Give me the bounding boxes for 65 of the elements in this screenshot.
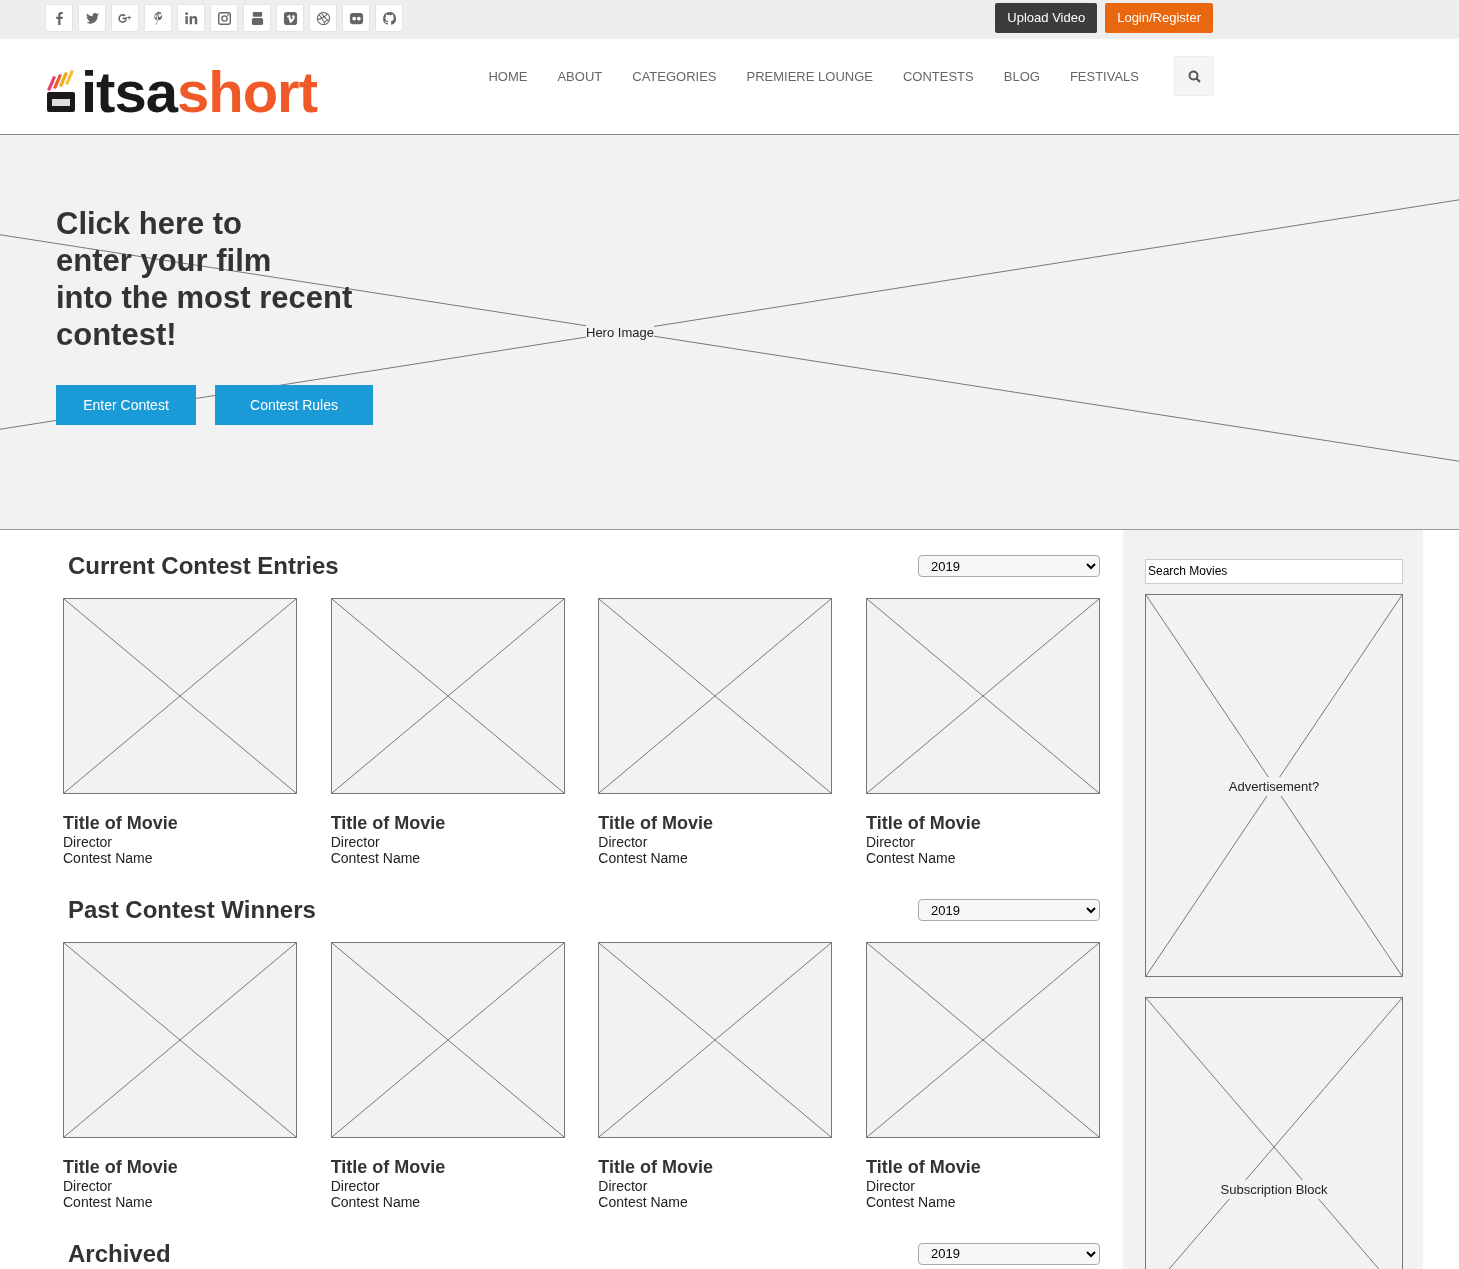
placeholder-label: Subscription Block (1220, 1179, 1328, 1199)
instagram-icon (216, 10, 232, 26)
director-name: Director (865, 833, 916, 850)
social-link[interactable] (243, 4, 271, 32)
linkedin-icon (183, 10, 199, 26)
movie-title[interactable]: Title of Movie (330, 812, 565, 834)
nav-link[interactable]: HOME (488, 69, 528, 83)
contest-name: Contest Name (865, 1193, 957, 1210)
search-field[interactable]: Search Movies (1145, 558, 1403, 584)
social-link[interactable] (309, 4, 337, 32)
director-name: Director (330, 833, 381, 850)
social-link[interactable] (210, 4, 238, 32)
director-name: Director (598, 833, 649, 850)
nav-link[interactable]: PREMIERE LOUNGE (746, 69, 873, 83)
social-link[interactable] (342, 4, 370, 32)
nav-link[interactable]: ABOUT (557, 69, 603, 83)
director-name: Director (63, 833, 113, 850)
social-link[interactable] (276, 4, 304, 32)
movie-title[interactable]: Title of Movie (63, 1156, 297, 1178)
contest-name: Contest Name (598, 1193, 689, 1210)
social-link[interactable] (78, 4, 106, 32)
nav-link[interactable]: CATEGORIES (632, 69, 717, 83)
nav-link[interactable]: FESTIVALS (1069, 69, 1139, 83)
placeholder-label: Advertisement? (1228, 776, 1320, 796)
contest-name: Contest Name (63, 849, 154, 866)
image-label: Hero Image (586, 323, 654, 343)
social-link[interactable] (375, 4, 403, 32)
movie-title[interactable]: Title of Movie (865, 1156, 1100, 1178)
social-link[interactable] (177, 4, 205, 32)
year-select[interactable]: 2019 (918, 899, 1100, 922)
section-heading: Current Contest Entries (68, 552, 339, 581)
contest-name: Contest Name (598, 849, 689, 866)
section-heading: Archived (68, 1239, 171, 1269)
logo[interactable]: itsashort (45, 63, 317, 121)
nav-link[interactable]: BLOG (1003, 69, 1040, 83)
twitter-icon (84, 10, 100, 26)
contest-name: Contest Name (330, 1193, 422, 1210)
contest-name: Contest Name (330, 849, 422, 866)
year-select[interactable]: 2019 (918, 1243, 1100, 1265)
vimeo-icon (282, 10, 298, 26)
flickr-icon (348, 10, 364, 26)
ball-icon (315, 10, 331, 26)
upload-button[interactable]: Upload Video (995, 3, 1098, 33)
social-link[interactable] (111, 4, 139, 32)
contest-name: Contest Name (63, 1193, 154, 1210)
section-heading: Past Contest Winners (68, 895, 316, 925)
nav-link[interactable]: CONTESTS (902, 69, 974, 83)
search-button[interactable] (1174, 56, 1214, 96)
contest-name: Contest Name (865, 849, 957, 866)
director-name: Director (865, 1177, 916, 1194)
movie-title[interactable]: Title of Movie (63, 812, 297, 834)
hero-headline[interactable]: Click here to enter your film into the most recent contest! (56, 205, 353, 353)
movie-title[interactable]: Title of Movie (598, 1156, 833, 1178)
movie-title[interactable]: Title of Movie (330, 1156, 565, 1178)
search-icon (1187, 69, 1201, 83)
director-name: Director (330, 1177, 381, 1194)
social-link[interactable] (45, 4, 73, 32)
director-name: Director (598, 1177, 649, 1194)
video-icon (249, 10, 265, 26)
social-link[interactable] (144, 4, 172, 32)
director-name: Director (63, 1177, 113, 1194)
movie-title[interactable]: Title of Movie (865, 812, 1100, 834)
github-icon (381, 10, 397, 26)
year-select[interactable]: 2019 (918, 555, 1100, 578)
movie-title[interactable]: Title of Movie (598, 812, 833, 834)
